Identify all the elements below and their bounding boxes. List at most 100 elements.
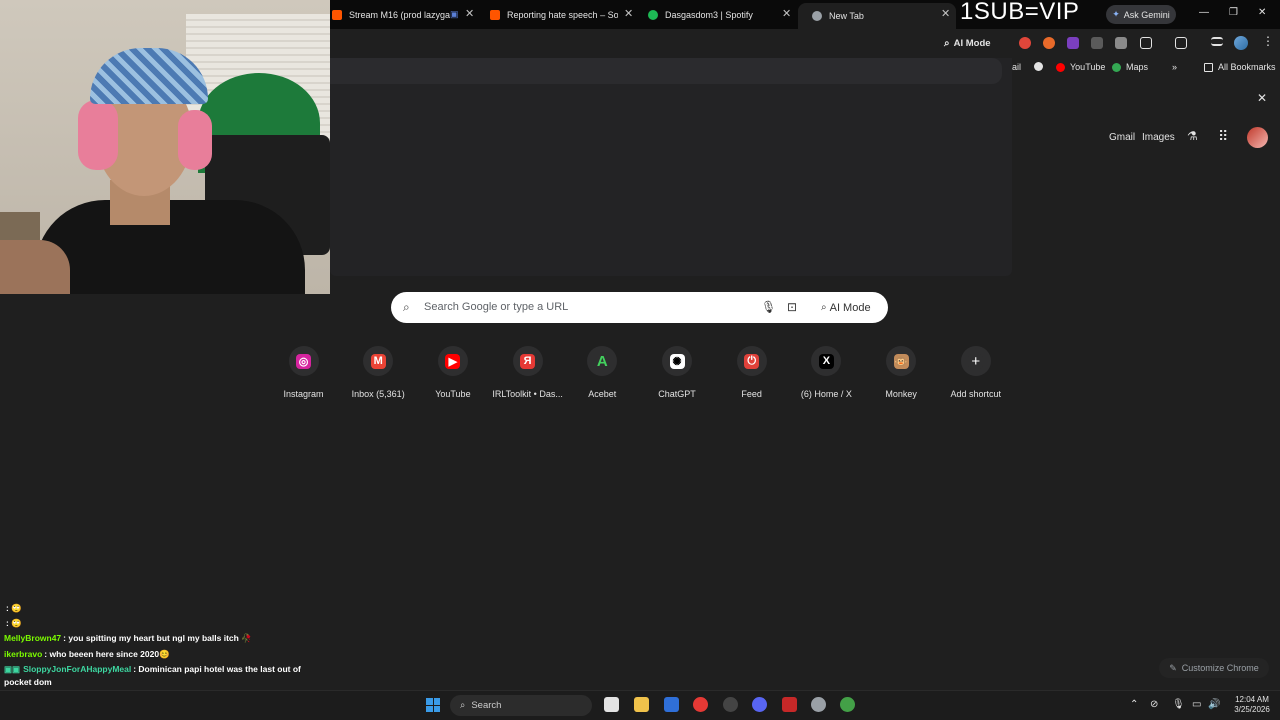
bookmarks-overflow-chevron-icon[interactable]: » xyxy=(1172,62,1177,72)
tab-stream[interactable]: Stream M16 (prod lazygavv xyxy=(332,4,450,26)
shortcut-monkey[interactable]: 🐵 Monkey xyxy=(864,346,938,408)
youtube-icon: ▶ xyxy=(445,353,461,369)
shortcut-inbox[interactable]: M Inbox (5,361) xyxy=(341,346,415,408)
taskbar-clock[interactable]: 12:04 AM 3/25/2026 xyxy=(1228,695,1276,715)
task-view-icon[interactable] xyxy=(604,697,619,712)
microphone-icon[interactable]: 🎙 xyxy=(1172,699,1185,710)
minimize-icon[interactable]: — xyxy=(1199,7,1209,18)
extension-icon[interactable] xyxy=(1091,37,1103,49)
clock-time: 12:04 AM xyxy=(1235,695,1269,704)
shortcut-acebet[interactable]: A Acebet xyxy=(565,346,639,408)
toolbar-ai-mode-button[interactable]: ⌕ AI Mode xyxy=(944,35,991,51)
tab-reporting[interactable]: Reporting hate speech – Sound xyxy=(490,4,618,26)
file-explorer-icon[interactable] xyxy=(634,697,649,712)
shortcut-feed[interactable]: ⏻ Feed xyxy=(715,346,789,408)
window-close-icon[interactable]: ✕ xyxy=(1258,7,1266,18)
google-account-avatar[interactable] xyxy=(1247,127,1268,148)
extension-icon[interactable] xyxy=(1043,37,1055,49)
ask-gemini-button[interactable]: ✦ Ask Gemini xyxy=(1106,5,1176,24)
chat-message: pocket dom xyxy=(4,677,52,687)
restore-icon[interactable]: ❐ xyxy=(1229,7,1238,18)
chatgpt-icon: ✺ xyxy=(669,353,685,369)
shortcut-x-home[interactable]: X (6) Home / X xyxy=(789,346,863,408)
taskbar-search[interactable]: ⌕ Search xyxy=(450,695,592,716)
folder-icon xyxy=(1204,62,1213,72)
close-tab-icon[interactable]: ✕ xyxy=(465,8,474,20)
volume-icon[interactable]: 🔊 xyxy=(1208,699,1220,710)
chat-text: : you spitting my heart but ngl my balls… xyxy=(63,633,252,643)
lens-icon[interactable]: ⊡ xyxy=(787,300,797,314)
bookmark-globe[interactable] xyxy=(1034,62,1048,71)
shortcut-irltoolkit[interactable]: Я IRLToolkit • Das... xyxy=(491,346,565,408)
chat-text: : Dominican papi hotel was the last out … xyxy=(133,664,301,674)
shortcut-tile: ▶ xyxy=(437,346,468,376)
spotify-icon xyxy=(648,10,658,20)
labs-flask-icon[interactable]: ⚗ xyxy=(1187,129,1198,143)
bookmark-label: Maps xyxy=(1126,62,1149,72)
apps-grid-icon[interactable]: ⠿ xyxy=(1218,128,1228,145)
network-off-icon[interactable]: ⊘ xyxy=(1150,699,1158,710)
chrome-profile-icon[interactable] xyxy=(811,697,826,712)
images-link[interactable]: Images xyxy=(1142,132,1175,143)
reading-list-icon[interactable] xyxy=(1211,37,1223,46)
omnibox-input[interactable] xyxy=(330,58,1002,84)
screen: Stream M16 (prod lazygavv ▣ ✕ Reporting … xyxy=(0,0,1280,720)
acebet-icon: A xyxy=(596,352,608,370)
obs-icon[interactable] xyxy=(723,697,738,712)
ai-mode-button[interactable]: ⌕ AI Mode xyxy=(815,298,877,317)
discord-icon[interactable] xyxy=(752,697,767,712)
shortcut-tile: + xyxy=(960,346,991,376)
shortcut-instagram[interactable]: ◎ Instagram xyxy=(267,346,341,408)
toolbar-ai-mode-label: AI Mode xyxy=(953,37,991,49)
all-bookmarks-button[interactable]: All Bookmarks xyxy=(1204,62,1276,72)
add-shortcut-button[interactable]: + Add shortcut xyxy=(939,346,1013,408)
tab-new-tab[interactable]: New Tab xyxy=(798,3,956,29)
bookmark-maps[interactable]: Maps xyxy=(1112,62,1148,72)
globe-icon xyxy=(1034,62,1043,71)
bookmark-youtube[interactable]: YouTube xyxy=(1056,62,1105,72)
extensions-puzzle-icon[interactable] xyxy=(1140,37,1152,49)
chat-text: : who beeen here since 2020😊 xyxy=(44,649,170,659)
gmail-link[interactable]: Gmail xyxy=(1109,132,1135,143)
tab-spotify[interactable]: Dasgasdom3 | Spotify xyxy=(648,4,778,26)
customize-chrome-button[interactable]: ✎ Customize Chrome xyxy=(1159,658,1269,678)
extension-icon[interactable] xyxy=(1067,37,1079,49)
close-icon[interactable]: ✕ xyxy=(1257,91,1267,105)
chrome-active-icon[interactable] xyxy=(840,697,855,712)
chat-badge-icon: ▣▣ xyxy=(4,664,21,674)
search-input[interactable]: Search Google or type a URL xyxy=(424,301,568,313)
windows-start-icon[interactable] xyxy=(426,698,440,712)
shortcut-tile: Я xyxy=(512,346,543,376)
chat-text: : 🙄 xyxy=(6,618,22,628)
close-tab-icon[interactable]: ✕ xyxy=(624,8,633,20)
chrome-taskbar-icon[interactable] xyxy=(693,697,708,712)
shortcut-label: ChatGPT xyxy=(658,389,696,399)
bookmark-label: YouTube xyxy=(1070,62,1106,72)
shortcut-label: Monkey xyxy=(885,389,917,399)
irltoolkit-icon: Я xyxy=(520,353,536,369)
shortcut-chatgpt[interactable]: ✺ ChatGPT xyxy=(640,346,714,408)
shortcut-tile: ◎ xyxy=(288,346,319,376)
close-tab-icon[interactable]: ✕ xyxy=(941,8,950,20)
cast-icon[interactable] xyxy=(1175,37,1187,49)
acrobat-icon[interactable] xyxy=(782,697,797,712)
profile-avatar[interactable] xyxy=(1234,36,1248,50)
extension-icon[interactable] xyxy=(1115,37,1127,49)
voice-search-icon[interactable]: 🎙 xyxy=(761,300,776,314)
display-icon[interactable]: ▭ xyxy=(1192,699,1201,710)
tab-title: Dasgasdom3 | Spotify xyxy=(665,10,753,20)
store-icon[interactable] xyxy=(664,697,679,712)
x-icon: X xyxy=(818,353,834,369)
ntp-search-box[interactable]: ⌕ Search Google or type a URL 🎙 ⊡ ⌕ AI M… xyxy=(391,292,888,323)
shortcut-tile: M xyxy=(363,346,394,376)
pencil-icon: ✎ xyxy=(1169,662,1177,673)
shortcut-youtube[interactable]: ▶ YouTube xyxy=(416,346,490,408)
chat-text: : 🙄 xyxy=(6,603,22,613)
close-tab-icon[interactable]: ✕ xyxy=(782,8,791,20)
bookmark-gmail[interactable]: ail xyxy=(1012,62,1021,72)
menu-icon[interactable]: ⋮ xyxy=(1262,34,1274,48)
extension-icon[interactable] xyxy=(1019,37,1031,49)
feed-icon: ⏻ xyxy=(744,353,760,369)
tray-overflow-chevron-icon[interactable]: ⌃ xyxy=(1130,699,1138,710)
ask-gemini-label: Ask Gemini xyxy=(1123,9,1170,20)
